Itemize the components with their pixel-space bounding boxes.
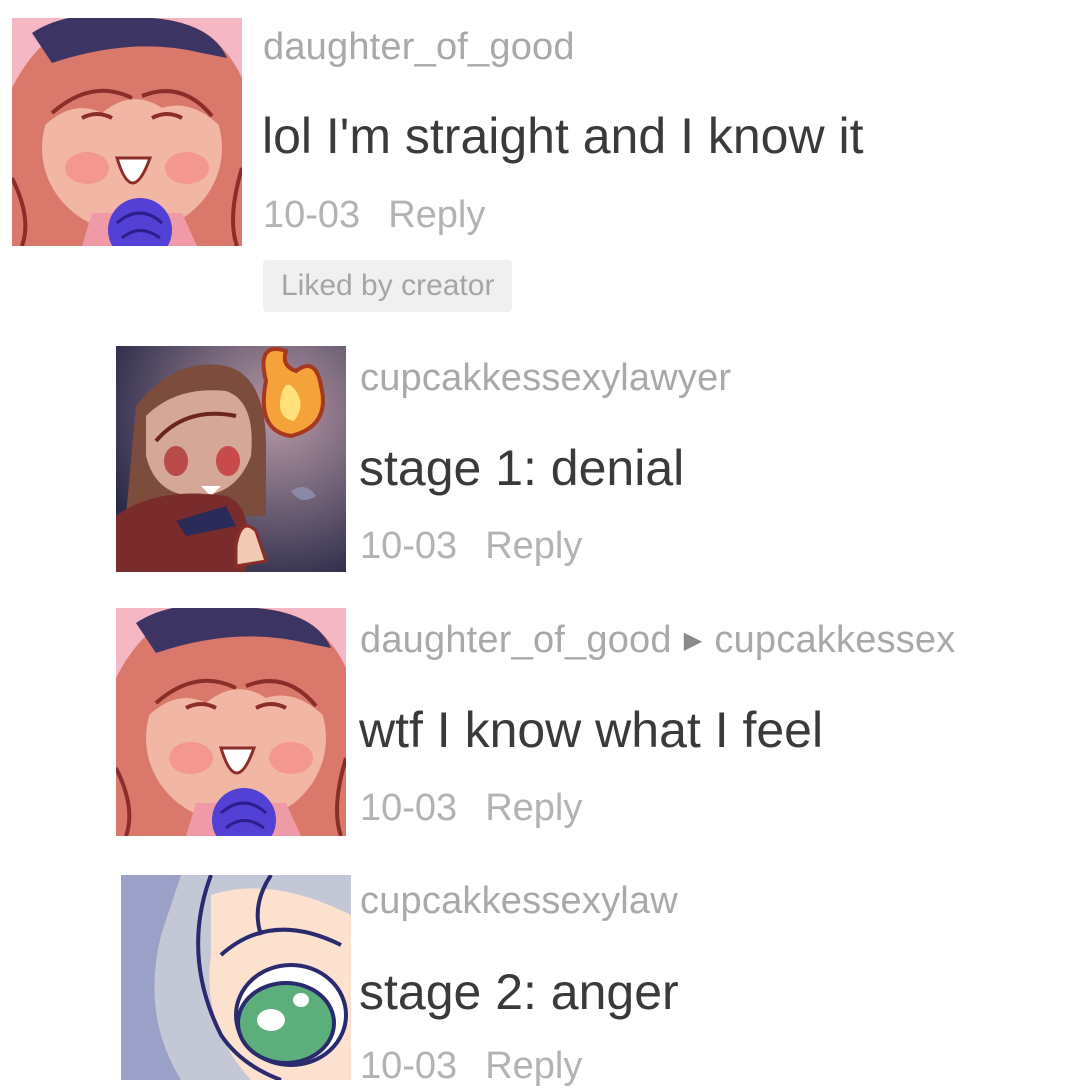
comment-date: 10-03 — [263, 194, 361, 236]
reply-button[interactable]: Reply — [388, 194, 485, 236]
liked-by-creator-badge: Liked by creator — [263, 260, 513, 312]
comment-date: 10-03 — [360, 525, 458, 567]
comment-meta: 10-03 Reply — [360, 1045, 582, 1088]
comment-username[interactable]: daughter_of_good — [263, 26, 575, 69]
username-link[interactable]: daughter_of_good — [360, 619, 672, 661]
comment-username[interactable]: cupcakkessexylaw — [360, 880, 678, 923]
comment-text: stage 2: anger — [359, 964, 679, 1020]
comment-username: daughter_of_good ▶ cupcakkessex — [360, 619, 955, 662]
comment-meta: 10-03 Reply — [360, 787, 582, 830]
comment-meta: 10-03 Reply — [263, 194, 485, 237]
avatar-girl-pink-icon — [116, 608, 346, 836]
reply-arrow-icon: ▶ — [683, 627, 703, 654]
reply-to-username[interactable]: cupcakkessex — [714, 619, 955, 661]
comment-text: lol I'm straight and I know it — [262, 108, 864, 164]
avatar-green-eye-icon — [121, 875, 351, 1080]
avatar[interactable] — [121, 875, 351, 1080]
avatar[interactable] — [116, 346, 346, 572]
reply-button[interactable]: Reply — [485, 525, 582, 567]
comment-username[interactable]: cupcakkessexylawyer — [360, 357, 731, 400]
avatar-girl-pink-icon — [12, 18, 242, 246]
reply-button[interactable]: Reply — [485, 787, 582, 829]
avatar-girl-fire-icon — [116, 346, 346, 572]
comment-text: wtf I know what I feel — [359, 702, 824, 758]
comment-text: stage 1: denial — [359, 440, 685, 496]
avatar[interactable] — [116, 608, 346, 836]
comment-date: 10-03 — [360, 1045, 458, 1087]
comment-date: 10-03 — [360, 787, 458, 829]
reply-button[interactable]: Reply — [485, 1045, 582, 1087]
comment-meta: 10-03 Reply — [360, 525, 582, 568]
avatar[interactable] — [12, 18, 242, 246]
